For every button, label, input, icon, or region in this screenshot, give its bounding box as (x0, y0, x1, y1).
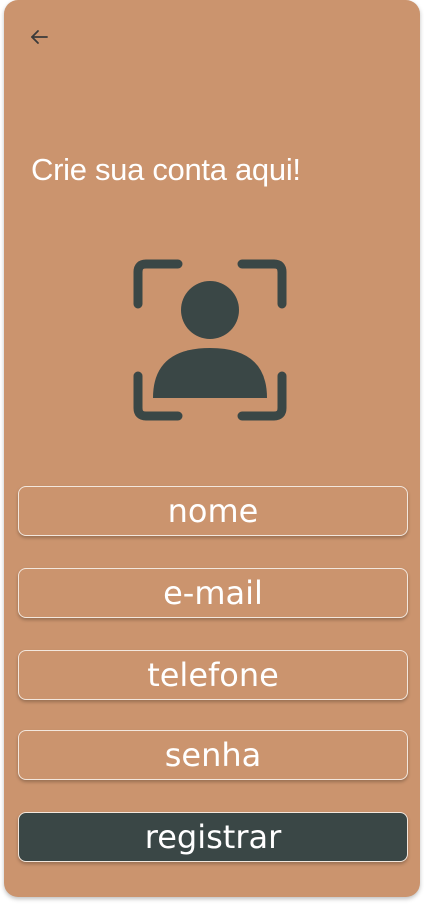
name-field[interactable] (18, 486, 408, 536)
face-scan-user-icon (133, 259, 287, 421)
password-field[interactable] (18, 730, 408, 780)
email-field[interactable] (18, 568, 408, 618)
register-button-label: registrar (144, 818, 282, 856)
back-button[interactable] (24, 22, 54, 52)
phone-field[interactable] (18, 650, 408, 700)
arrow-left-icon (31, 30, 48, 44)
page-title: Crie sua conta aqui! (31, 152, 301, 187)
register-screen: Crie sua conta aqui! registrar (4, 0, 420, 897)
register-button[interactable]: registrar (18, 812, 408, 862)
